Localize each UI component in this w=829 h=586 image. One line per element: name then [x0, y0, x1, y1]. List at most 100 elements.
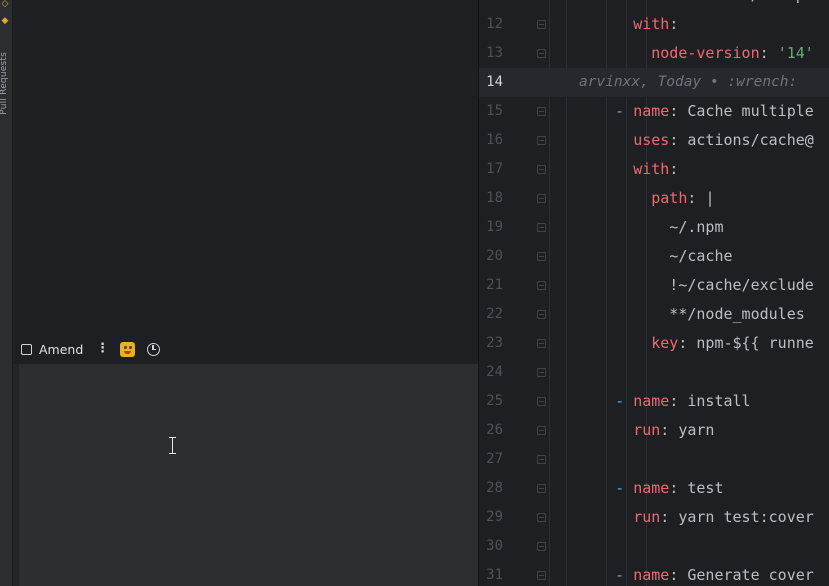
- code-line: 31 - name: Generate cover: [479, 561, 829, 586]
- code-editor[interactable]: 11 uses: actions/setup 12 with: 13 node-v…: [479, 0, 829, 586]
- fold-marker-icon: [537, 310, 546, 319]
- line-number: 23: [486, 335, 503, 351]
- yaml-key: uses: [633, 0, 669, 4]
- code-line: 16 uses: actions/cache@: [479, 126, 829, 155]
- fold-marker-icon: [537, 252, 546, 261]
- fold-marker-icon: [537, 165, 546, 174]
- line-number: 16: [486, 132, 503, 148]
- text-cursor-icon: [168, 437, 177, 455]
- yaml-value: yarn: [678, 421, 715, 439]
- amend-checkbox[interactable]: [21, 344, 32, 355]
- code-line: 14 arvinxx, Today • :wrench:: [479, 68, 829, 97]
- line-number: 21: [486, 277, 503, 293]
- tool-window-stripe: ◇ ◆ Pull Requests: [0, 0, 13, 586]
- yaml-key: with: [633, 160, 670, 178]
- colon: :: [660, 508, 679, 526]
- code-text: - name: test: [579, 474, 723, 503]
- code-line: 26 run: yarn: [479, 416, 829, 445]
- code-line: 25 - name: install: [479, 387, 829, 416]
- commit-message-input[interactable]: [13, 364, 478, 586]
- clock-icon[interactable]: [147, 343, 160, 356]
- line-number: 20: [486, 248, 503, 264]
- fold-marker-icon: [537, 339, 546, 348]
- code-text: uses: actions/cache@: [579, 126, 814, 155]
- yaml-value: Generate cover: [687, 566, 814, 584]
- code-line: 20 ~/cache: [479, 242, 829, 271]
- line-number: 12: [486, 16, 503, 32]
- colon: :: [669, 131, 688, 149]
- code-value: ~/.npm: [579, 218, 724, 236]
- code-line: 17 with:: [479, 155, 829, 184]
- code-text: with:: [579, 155, 687, 184]
- fold-marker-icon: [537, 513, 546, 522]
- list-dash: -: [615, 102, 634, 120]
- fold-marker-icon: [537, 107, 546, 116]
- commit-toolbar: Amend ⋮: [13, 336, 478, 364]
- yaml-value: Cache multiple: [687, 102, 814, 120]
- line-number: 27: [486, 451, 503, 467]
- code-line: 19 ~/.npm: [479, 213, 829, 242]
- code-line: 27: [479, 445, 829, 474]
- code-text: key: npm-${{ runne: [579, 329, 814, 358]
- line-number: 30: [486, 538, 503, 554]
- fold-marker-icon: [537, 455, 546, 464]
- colon: :: [669, 102, 688, 120]
- git-blame-annotation: arvinxx, Today • :wrench:: [579, 74, 806, 90]
- yaml-key: key: [651, 334, 679, 352]
- colon: :: [660, 421, 679, 439]
- gitmoji-icon[interactable]: [120, 342, 135, 357]
- code-text: path: |: [579, 184, 714, 213]
- line-number: 26: [486, 422, 503, 438]
- fold-marker-icon: [537, 223, 546, 232]
- code-text: - name: Generate cover: [579, 561, 814, 586]
- code-text: uses: actions/setup: [579, 0, 805, 10]
- yaml-key: path: [651, 189, 688, 207]
- pull-requests-tab[interactable]: Pull Requests: [0, 52, 9, 115]
- line-number: 14: [486, 74, 503, 90]
- amend-label[interactable]: Amend: [39, 342, 83, 357]
- yaml-value: |: [705, 189, 715, 207]
- fold-marker-icon: [537, 484, 546, 493]
- code-line: 11 uses: actions/setup: [479, 0, 829, 10]
- code-text: node-version: '14': [579, 39, 814, 68]
- list-dash: -: [615, 566, 634, 584]
- fold-marker-icon: [537, 368, 546, 377]
- line-number: 13: [486, 45, 503, 61]
- yaml-key: name: [633, 102, 670, 120]
- line-number: 28: [486, 480, 503, 496]
- branch-icon[interactable]: ◆: [1, 17, 9, 26]
- line-number: 17: [486, 161, 503, 177]
- commit-icon[interactable]: ◇: [1, 0, 9, 9]
- code-text: !~/cache/exclude: [579, 271, 814, 300]
- code-line: 15 - name: Cache multiple: [479, 97, 829, 126]
- code-line: 21 !~/cache/exclude: [479, 271, 829, 300]
- code-value: !~/cache/exclude: [579, 276, 814, 294]
- line-number: 31: [486, 567, 503, 583]
- code-text: with:: [579, 10, 687, 39]
- code-line: 28 - name: test: [479, 474, 829, 503]
- line-number: 29: [486, 509, 503, 525]
- yaml-key: node-version: [651, 44, 760, 62]
- fold-marker-icon: [537, 49, 546, 58]
- code-text: ~/.npm: [579, 213, 724, 242]
- vertical-dots-icon[interactable]: ⋮: [96, 341, 109, 357]
- line-number: 25: [486, 393, 503, 409]
- code-text: - name: Cache multiple: [579, 97, 814, 126]
- yaml-value: '14': [777, 44, 814, 62]
- colon: :: [678, 334, 697, 352]
- code-text: run: yarn: [579, 416, 714, 445]
- code-text: ~/cache: [579, 242, 732, 271]
- line-number: 24: [486, 364, 503, 380]
- yaml-key: name: [633, 566, 670, 584]
- fold-marker-icon: [537, 136, 546, 145]
- line-number: 22: [486, 306, 503, 322]
- line-number: 11: [479, 0, 503, 10]
